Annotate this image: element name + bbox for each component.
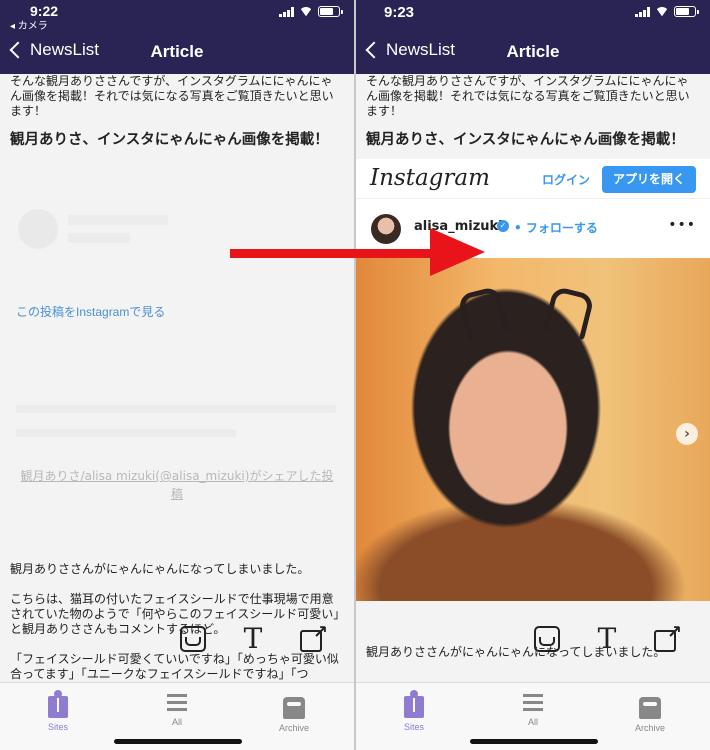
status-back-to-app[interactable]: ◂ カメラ bbox=[10, 17, 48, 32]
placeholder-line bbox=[16, 429, 236, 437]
text-size-icon[interactable]: T bbox=[594, 625, 620, 653]
navigation-bar: 9:22 ◂ カメラ NewsList Article bbox=[0, 0, 354, 74]
tab-sites[interactable]: Sites bbox=[374, 690, 454, 732]
open-app-button[interactable]: アプリを開く bbox=[602, 166, 696, 193]
right-phone-screen: 9:23 NewsList Article そんな観月ありささんですが、インスタ… bbox=[356, 0, 710, 750]
battery-icon bbox=[674, 6, 699, 17]
inbox-icon[interactable] bbox=[534, 626, 560, 652]
embed-credit-link[interactable]: 観月ありさ/alisa mizuki(@alisa_mizuki)がシェアした投… bbox=[10, 467, 344, 503]
article-paragraph: 観月ありささんがにゃんにゃんになってしまいました。 bbox=[10, 562, 310, 576]
cat-ear-face-shield bbox=[456, 285, 606, 350]
carousel-next-icon[interactable]: › bbox=[676, 423, 698, 445]
left-phone-screen: 9:22 ◂ カメラ NewsList Article そんな観月ありささんです… bbox=[0, 0, 354, 750]
article-intro: そんな観月ありささんですが、インスタグラムににゃんにゃん画像を掲載！それでは気に… bbox=[10, 74, 334, 118]
tab-sites-label: Sites bbox=[47, 722, 68, 732]
article-intro: そんな観月ありささんですが、インスタグラムににゃんにゃん画像を掲載！それでは気に… bbox=[366, 74, 690, 118]
instagram-post-photo[interactable]: › bbox=[356, 258, 710, 601]
home-indicator[interactable] bbox=[470, 739, 598, 744]
tab-all[interactable]: All bbox=[137, 691, 217, 727]
wifi-icon bbox=[655, 7, 669, 17]
floating-toolbar: T bbox=[180, 622, 328, 653]
tab-archive[interactable]: Archive bbox=[610, 691, 690, 733]
chevron-left-icon bbox=[365, 41, 383, 59]
instagram-embed: Instagram ログイン アプリを開く alisa_mizuki ✓ • フ… bbox=[356, 159, 710, 601]
instagram-header: Instagram ログイン アプリを開く bbox=[356, 159, 710, 199]
status-time: 9:23 bbox=[384, 4, 415, 21]
arrow-head bbox=[430, 228, 485, 276]
tab-archive-label: Archive bbox=[634, 723, 665, 733]
list-icon bbox=[523, 691, 543, 713]
floating-toolbar: T bbox=[534, 622, 682, 653]
instagram-embed-placeholder: この投稿をInstagramで見る 観月ありさ/alisa mizuki(@al… bbox=[10, 157, 344, 542]
back-button-label: NewsList bbox=[386, 40, 455, 59]
list-icon bbox=[167, 691, 187, 713]
open-external-icon[interactable] bbox=[654, 622, 682, 652]
archive-icon bbox=[283, 697, 305, 719]
status-icons bbox=[635, 6, 699, 17]
article-headline: 観月ありさ、インスタにゃんにゃん画像を掲載！ bbox=[10, 132, 329, 148]
tab-all[interactable]: All bbox=[493, 691, 573, 727]
article-content[interactable]: そんな観月ありささんですが、インスタグラムににゃんにゃん画像を掲載！それでは気に… bbox=[356, 74, 710, 682]
placeholder-line bbox=[68, 215, 168, 225]
verified-badge-icon: ✓ bbox=[497, 220, 509, 232]
tab-sites[interactable]: Sites bbox=[18, 690, 98, 732]
tab-all-label: All bbox=[171, 717, 182, 727]
tab-sites-label: Sites bbox=[403, 722, 424, 732]
article-paragraph: 「フェイスシールド可愛くていいですね」「めっちゃ可愛い似合ってます」「ユニークな… bbox=[10, 652, 339, 681]
instagram-logo[interactable]: Instagram bbox=[370, 165, 490, 191]
view-on-instagram-link[interactable]: この投稿をInstagramで見る bbox=[16, 303, 165, 320]
placeholder-line bbox=[16, 405, 336, 413]
book-icon bbox=[404, 690, 424, 718]
tab-archive-label: Archive bbox=[278, 723, 309, 733]
book-icon bbox=[48, 690, 68, 718]
tab-bar: Sites All Archive bbox=[356, 682, 710, 750]
red-arrow-icon bbox=[230, 228, 490, 276]
follow-button[interactable]: • フォローする bbox=[514, 219, 598, 236]
back-button[interactable]: NewsList bbox=[8, 40, 99, 60]
cellular-signal-icon bbox=[635, 6, 650, 17]
article-headline: 観月ありさ、インスタにゃんにゃん画像を掲載！ bbox=[366, 132, 685, 148]
home-indicator[interactable] bbox=[114, 739, 242, 744]
text-size-icon[interactable]: T bbox=[240, 625, 266, 653]
battery-icon bbox=[318, 6, 343, 17]
tab-all-label: All bbox=[527, 717, 538, 727]
back-button-label: NewsList bbox=[30, 40, 99, 59]
wifi-icon bbox=[299, 7, 313, 17]
placeholder-avatar bbox=[18, 209, 58, 249]
chevron-left-icon bbox=[9, 41, 27, 59]
instagram-login-link[interactable]: ログイン bbox=[542, 171, 590, 188]
article-content[interactable]: そんな観月ありささんですが、インスタグラムににゃんにゃん画像を掲載！それでは気に… bbox=[0, 74, 354, 682]
more-options-icon[interactable]: ••• bbox=[668, 217, 696, 233]
tab-bar: Sites All Archive bbox=[0, 682, 354, 750]
tab-archive[interactable]: Archive bbox=[254, 691, 334, 733]
open-external-icon[interactable] bbox=[300, 622, 328, 652]
cellular-signal-icon bbox=[279, 6, 294, 17]
back-button[interactable]: NewsList bbox=[364, 40, 455, 60]
arrow-shaft bbox=[230, 249, 435, 258]
placeholder-line bbox=[68, 233, 130, 243]
inbox-icon[interactable] bbox=[180, 626, 206, 652]
navigation-bar: 9:23 NewsList Article bbox=[356, 0, 710, 74]
archive-icon bbox=[639, 697, 661, 719]
status-icons bbox=[279, 6, 343, 17]
comparison-stage: 9:22 ◂ カメラ NewsList Article そんな観月ありささんです… bbox=[0, 0, 710, 750]
